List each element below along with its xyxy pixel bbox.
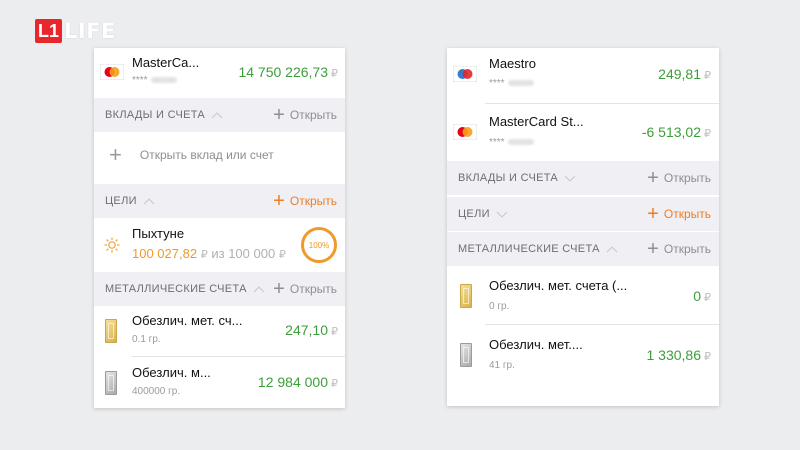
plus-icon: + [273,190,285,212]
gold-bar-icon [105,319,117,343]
open-deposit-row[interactable]: + Открыть вклад или счет [94,132,345,178]
open-goal-button[interactable]: Открыть [664,207,711,221]
chevron-up-icon[interactable] [211,111,223,119]
section-title: ЦЕЛИ [105,195,137,207]
goal-progress-text: 100 027,82 ₽ из 100 000 ₽ [132,246,286,261]
metal-weight: 0.1 гр. [132,334,161,345]
metal-account-name: Обезлич. мет. сч... [132,313,243,328]
metal-balance: 0 ₽ [693,288,711,304]
metal-weight: 41 гр. [489,360,515,371]
card-row-mastercard[interactable]: MasterCa... **** 14 750 226,73 ₽ [94,48,345,98]
open-deposit-label: Открыть вклад или счет [139,148,274,162]
section-goals-header[interactable]: ЦЕЛИ + Открыть [94,184,345,218]
chevron-down-icon[interactable] [496,211,508,218]
card-number: **** [489,137,534,148]
card-name: MasterCa... [132,55,200,70]
mastercard-icon [100,64,124,80]
metal-balance: 12 984 000 ₽ [257,374,338,390]
silver-bar-icon [105,371,117,395]
card-balance: 249,81 ₽ [658,66,711,82]
card-row-mastercard[interactable]: MasterCard St... **** -6 513,02 ₽ [447,104,719,161]
card-number: **** [132,75,177,86]
chevron-up-icon[interactable] [606,245,618,253]
section-title: МЕТАЛЛИЧЕСКИЕ СЧЕТА [458,243,600,255]
life-logo: L1 LIFE [35,18,116,44]
metal-account-row[interactable]: Обезлич. мет. счета (... 0 гр. 0 ₽ [447,266,719,324]
section-deposits-header[interactable]: ВКЛАДЫ И СЧЕТА + Открыть [447,161,719,195]
goal-row[interactable]: Пыхтуне 100 027,82 ₽ из 100 000 ₽ 100% [94,218,345,272]
metal-account-name: Обезлич. мет.... [489,337,583,352]
open-metal-account-button[interactable]: Открыть [290,282,337,296]
open-metal-account-button[interactable]: Открыть [664,242,711,256]
right-accounts-screen: Maestro **** 249,81 ₽ MasterCard St... **… [447,48,719,406]
maestro-icon [453,66,477,82]
section-title: ВКЛАДЫ И СЧЕТА [105,109,206,121]
chevron-up-icon[interactable] [143,197,155,205]
plus-icon: + [273,278,285,300]
open-deposit-button[interactable]: Открыть [664,171,711,185]
goal-progress-ring: 100% [301,227,337,263]
card-name: MasterCard St... [489,114,584,129]
sun-icon [104,237,120,253]
open-goal-button[interactable]: Открыть [290,194,337,208]
goal-percent: 100% [308,240,330,250]
card-name: Maestro [489,56,536,71]
gold-bar-icon [460,284,472,308]
metal-balance: 247,10 ₽ [285,322,338,338]
section-title: МЕТАЛЛИЧЕСКИЕ СЧЕТА [105,283,247,295]
plus-icon: + [647,203,659,225]
metal-account-name: Обезлич. м... [132,365,211,380]
section-title: ЦЕЛИ [458,208,490,220]
card-balance: -6 513,02 ₽ [641,124,711,140]
section-goals-header[interactable]: ЦЕЛИ + Открыть [447,197,719,231]
plus-icon: + [273,104,285,126]
goal-name: Пыхтуне [132,226,185,241]
section-metals-header[interactable]: МЕТАЛЛИЧЕСКИЕ СЧЕТА + Открыть [94,272,345,306]
card-row-maestro[interactable]: Maestro **** 249,81 ₽ [447,48,719,103]
plus-icon: + [647,238,659,260]
logo-mark: L1 [35,19,63,43]
mastercard-icon [453,124,477,140]
section-title: ВКЛАДЫ И СЧЕТА [458,172,559,184]
metal-balance: 1 330,86 ₽ [646,347,712,363]
plus-icon: + [647,167,659,189]
metal-weight: 400000 гр. [132,386,181,397]
chevron-down-icon[interactable] [564,175,576,182]
left-accounts-screen: MasterCa... **** 14 750 226,73 ₽ ВКЛАДЫ И… [94,48,345,408]
metal-account-name: Обезлич. мет. счета (... [489,278,628,293]
section-deposits-header[interactable]: ВКЛАДЫ И СЧЕТА + Открыть [94,98,345,132]
silver-bar-icon [460,343,472,367]
card-number: **** [489,78,534,89]
card-balance: 14 750 226,73 ₽ [238,64,338,80]
metal-weight: 0 гр. [489,301,510,312]
chevron-up-icon[interactable] [253,285,265,293]
logo-text: LIFE [64,19,116,43]
section-metals-header[interactable]: МЕТАЛЛИЧЕСКИЕ СЧЕТА + Открыть [447,232,719,266]
metal-account-row[interactable]: Обезлич. м... 400000 гр. 12 984 000 ₽ [94,357,345,408]
metal-account-row[interactable]: Обезлич. мет.... 41 гр. 1 330,86 ₽ [447,325,719,406]
plus-icon: + [109,142,122,167]
metal-account-row[interactable]: Обезлич. мет. сч... 0.1 гр. 247,10 ₽ [94,306,345,356]
open-deposit-button[interactable]: Открыть [290,108,337,122]
